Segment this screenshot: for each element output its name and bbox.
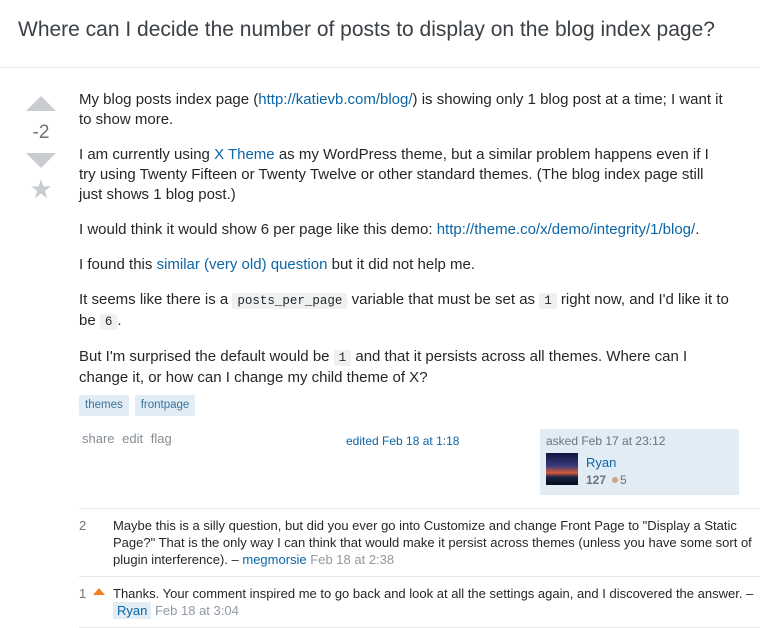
tag-frontpage[interactable]: frontpage bbox=[134, 395, 196, 416]
text: . bbox=[117, 312, 122, 329]
inline-code: 6 bbox=[99, 314, 118, 330]
edited-link[interactable]: edited Feb 18 at 1:18 bbox=[346, 434, 459, 448]
paragraph-4: I found this similar (very old) question… bbox=[79, 255, 729, 275]
comment-score: 2 bbox=[79, 518, 87, 533]
share-link[interactable]: share bbox=[82, 431, 115, 446]
edit-link[interactable]: edit bbox=[122, 431, 143, 446]
paragraph-1: My blog posts index page (http://katievb… bbox=[79, 90, 729, 130]
text: I am currently using bbox=[79, 146, 215, 163]
post-body: My blog posts index page (http://katievb… bbox=[79, 90, 729, 403]
asked-date: asked Feb 17 at 23:12 bbox=[546, 434, 666, 448]
tag-themes[interactable]: themes bbox=[79, 395, 129, 416]
comments-list: 2 Maybe this is a silly question, but di… bbox=[79, 508, 760, 628]
avatar[interactable] bbox=[546, 453, 578, 485]
owner-name-link[interactable]: Ryan bbox=[586, 455, 616, 470]
inline-code: 1 bbox=[539, 293, 557, 309]
comment-text: Thanks. Your comment inspired me to go b… bbox=[113, 586, 754, 601]
downvote-arrow-icon[interactable] bbox=[26, 153, 56, 168]
paragraph-2: I am currently using X Theme as my WordP… bbox=[79, 145, 729, 205]
similar-question-link[interactable]: similar (very old) question bbox=[157, 256, 328, 273]
reputation-score: 127 bbox=[586, 473, 607, 487]
bronze-badge-count: 5 bbox=[620, 473, 627, 487]
text: but it did not help me. bbox=[327, 256, 476, 273]
comment-body: Thanks. Your comment inspired me to go b… bbox=[79, 577, 760, 627]
comment-date[interactable]: Feb 18 at 3:04 bbox=[155, 603, 239, 618]
comment-user-link[interactable]: megmorsie bbox=[242, 552, 306, 567]
comment-user-link[interactable]: Ryan bbox=[113, 602, 152, 619]
comment-score: 1 bbox=[79, 586, 87, 601]
comment-upvote-icon[interactable] bbox=[93, 588, 105, 595]
upvote-arrow-icon[interactable] bbox=[26, 96, 56, 111]
text: It seems like there is a bbox=[79, 291, 233, 308]
tag-list: themes frontpage bbox=[79, 395, 196, 416]
owner-card: asked Feb 17 at 23:12 Ryan 127 5 bbox=[540, 429, 739, 495]
text: variable that must be set as bbox=[347, 291, 540, 308]
text: I found this bbox=[79, 256, 157, 273]
bronze-badge-icon bbox=[612, 477, 619, 484]
inline-code: posts_per_page bbox=[232, 293, 348, 309]
comment-body: Maybe this is a silly question, but did … bbox=[79, 509, 760, 576]
x-theme-link[interactable]: X Theme bbox=[214, 146, 275, 163]
owner-reputation: 127 5 bbox=[586, 473, 627, 487]
vote-count: -2 bbox=[32, 122, 50, 143]
comment-text: Maybe this is a silly question, but did … bbox=[113, 518, 752, 567]
demo-link[interactable]: http://theme.co/x/demo/integrity/1/blog/ bbox=[437, 221, 695, 238]
title-divider bbox=[0, 67, 760, 68]
comment-date[interactable]: Feb 18 at 2:38 bbox=[310, 552, 394, 567]
blog-link[interactable]: http://katievb.com/blog/ bbox=[258, 91, 412, 108]
inline-code: 1 bbox=[333, 350, 352, 366]
favorite-star-icon[interactable]: ★ bbox=[24, 176, 58, 202]
comment: 2 Maybe this is a silly question, but di… bbox=[79, 509, 760, 577]
paragraph-6: But I'm surprised the default would be 1… bbox=[79, 347, 729, 388]
text: But I'm surprised the default would be bbox=[79, 348, 334, 365]
flag-link[interactable]: flag bbox=[151, 431, 172, 446]
text: My blog posts index page ( bbox=[79, 91, 259, 108]
comment: 1 Thanks. Your comment inspired me to go… bbox=[79, 577, 760, 628]
post-menu: share edit flag bbox=[82, 431, 176, 446]
paragraph-3: I would think it would show 6 per page l… bbox=[79, 220, 729, 240]
text: . bbox=[695, 221, 700, 238]
question-title[interactable]: Where can I decide the number of posts t… bbox=[18, 18, 715, 42]
text: I would think it would show 6 per page l… bbox=[79, 221, 437, 238]
vote-cell: -2 ★ bbox=[24, 96, 58, 202]
paragraph-5: It seems like there is a posts_per_page … bbox=[79, 290, 729, 332]
